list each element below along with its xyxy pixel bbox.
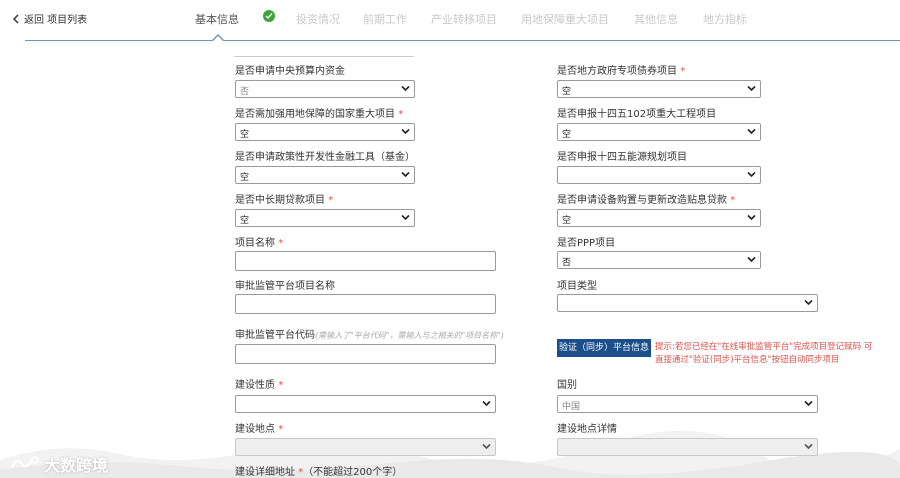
select-construction-nature[interactable] bbox=[235, 395, 496, 413]
field-label: 审批监管平台项目名称 bbox=[235, 281, 335, 292]
select-land-guarantee-major[interactable]: 空 bbox=[235, 123, 415, 141]
field-label: 是否申报十四五102项重大工程项目 bbox=[557, 109, 717, 120]
select-102-major-project[interactable]: 空 bbox=[557, 123, 761, 141]
chevron-down-icon bbox=[401, 128, 410, 135]
chevron-down-icon bbox=[747, 214, 756, 221]
field-label: 国别 bbox=[557, 380, 577, 391]
field-label: 审批监管平台代码(需输入了"平台代码"，需输入与之相关的"项目名称") bbox=[235, 330, 504, 341]
platform-code-input[interactable] bbox=[235, 344, 496, 364]
back-label: 返回 项目列表 bbox=[24, 15, 88, 26]
chevron-down-icon bbox=[747, 171, 756, 178]
field-label: 是否地方政府专项债券项目 * bbox=[557, 66, 686, 77]
chevron-down-icon bbox=[482, 443, 491, 450]
chevron-down-icon bbox=[747, 256, 756, 263]
select-country[interactable]: 中国 bbox=[557, 395, 818, 413]
field-label: 建设详细地址 *（不能超过200个字） bbox=[235, 467, 403, 478]
field-label: 是否PPP项目 bbox=[557, 238, 616, 249]
field-label: 是否申请中央预算内资金 bbox=[235, 66, 345, 77]
select-energy-plan[interactable] bbox=[557, 166, 761, 184]
chevron-down-icon bbox=[401, 85, 410, 92]
field-label: 建设地点 * bbox=[235, 424, 284, 435]
section-divider bbox=[234, 56, 414, 57]
field-label: 项目类型 bbox=[557, 281, 597, 292]
select-construction-location[interactable] bbox=[235, 438, 496, 456]
tab-underline bbox=[25, 40, 900, 41]
select-special-bond[interactable]: 空 bbox=[557, 80, 761, 98]
field-label: 项目名称 * bbox=[235, 238, 284, 249]
chevron-down-icon bbox=[747, 85, 756, 92]
field-label: 建设地点详情 bbox=[557, 424, 617, 435]
watermark-logo-icon bbox=[10, 456, 39, 469]
select-location-detail[interactable] bbox=[557, 438, 818, 456]
select-equipment-loan[interactable]: 空 bbox=[557, 209, 761, 227]
tab-local-indicators[interactable]: 地方指标 bbox=[703, 11, 747, 27]
field-label: 是否申请政策性开发性金融工具（基金） bbox=[235, 152, 415, 163]
field-label: 建设性质 * bbox=[235, 380, 284, 391]
select-central-budget[interactable]: 否 bbox=[235, 80, 415, 98]
chevron-left-icon bbox=[12, 13, 19, 24]
chevron-down-icon bbox=[401, 171, 410, 178]
field-label: 是否需加强用地保障的国家重大项目 * bbox=[235, 109, 404, 120]
watermark: 大数跨境 bbox=[10, 452, 108, 476]
chevron-down-icon bbox=[401, 214, 410, 221]
platform-project-name-input[interactable] bbox=[235, 294, 496, 314]
verify-sync-button[interactable]: 验证（同步）平台信息 bbox=[557, 339, 651, 357]
select-project-type[interactable] bbox=[557, 294, 818, 312]
field-label: 是否中长期贷款项目 * bbox=[235, 195, 334, 206]
check-icon bbox=[263, 10, 275, 22]
select-ppp-project[interactable]: 否 bbox=[557, 251, 761, 269]
select-policy-finance-tool[interactable]: 空 bbox=[235, 166, 415, 184]
tab-basic-info[interactable]: 基本信息 bbox=[195, 11, 239, 27]
tab-investment[interactable]: 投资情况 bbox=[296, 11, 340, 27]
field-label: 是否申请设备购置与更新改造贴息贷款 * bbox=[557, 195, 736, 206]
project-name-input[interactable] bbox=[235, 251, 496, 271]
active-tab-pointer bbox=[212, 34, 224, 41]
chevron-down-icon bbox=[804, 400, 813, 407]
tab-other-info[interactable]: 其他信息 bbox=[634, 11, 678, 27]
chevron-down-icon bbox=[804, 443, 813, 450]
field-label: 是否申报十四五能源规划项目 bbox=[557, 152, 687, 163]
tab-land-guarantee[interactable]: 用地保障重大项目 bbox=[521, 11, 609, 27]
tab-industry-transfer[interactable]: 产业转移项目 bbox=[431, 11, 497, 27]
chevron-down-icon bbox=[482, 400, 491, 407]
top-navigation: 返回 项目列表 基本信息 投资情况 前期工作 产业转移项目 用地保障重大项目 其… bbox=[0, 0, 900, 42]
chevron-down-icon bbox=[747, 128, 756, 135]
verify-tip-text: 提示:若您已经在"在线审批监管平台"完成项目登记赋码 可直接通过"验证(同步)平… bbox=[655, 342, 873, 365]
back-to-project-list-link[interactable]: 返回 项目列表 bbox=[12, 11, 87, 26]
tab-preliminary-work[interactable]: 前期工作 bbox=[363, 11, 407, 27]
select-long-term-loan[interactable]: 空 bbox=[235, 209, 415, 227]
chevron-down-icon bbox=[804, 299, 813, 306]
